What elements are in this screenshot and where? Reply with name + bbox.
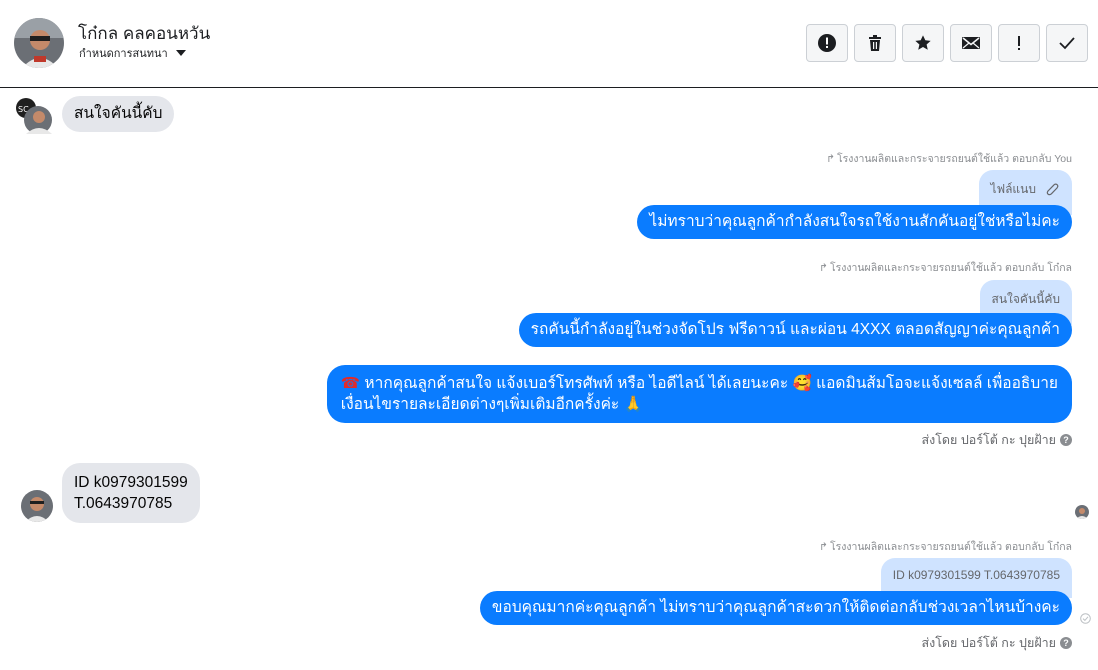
caret-down-icon — [175, 50, 186, 56]
sent-by-text: ส่งโดย ปอร์โต้ กะ ปุยฝ้าย — [921, 636, 1056, 650]
delete-button[interactable] — [854, 24, 896, 62]
folded-hands-emoji-icon: 🙏 — [623, 396, 643, 413]
incoming-message[interactable]: สนใจคันนี้คับ — [62, 96, 175, 132]
message-line: เงื่อนไขรายละเอียดต่างๆเพิ่มเติมอีกครั้ง… — [341, 394, 1058, 415]
message-text: ID k0979301599 — [74, 474, 188, 491]
reply-meta-text: โรงงานผลิตและกระจายรถยนต์ใช้แล้ว ตอบกลับ… — [829, 262, 1072, 274]
contact-avatar-small[interactable] — [21, 490, 53, 522]
alert-circle-icon — [818, 34, 836, 52]
reply-indicator: ↱ โรงงานผลิตและกระจายรถยนต์ใช้แล้ว ตอบกล… — [819, 259, 1072, 276]
sent-by-label: ส่งโดย ปอร์โต้ กะ ปุยฝ้าย ? — [921, 633, 1072, 653]
outgoing-message[interactable]: ☎ หากคุณลูกค้าสนใจ แจ้งเบอร์โทรศัพท์ หรื… — [326, 365, 1072, 423]
message-text: ไม่ทราบว่าคุณลูกค้ากำลังสนใจรถใช้งานสักค… — [649, 213, 1060, 230]
reply-arrow-icon: ↱ — [826, 152, 835, 165]
report-spam-button[interactable] — [806, 24, 848, 62]
quote-text: สนใจคันนี้คับ — [991, 292, 1061, 306]
reply-indicator: ↱ โรงงานผลิตและกระจายรถยนต์ใช้แล้ว ตอบกล… — [819, 538, 1072, 555]
message-text: สนใจคันนี้คับ — [74, 105, 163, 122]
important-button[interactable] — [998, 24, 1040, 62]
message-text: รถคันนี้กำลังอยู่ในช่วงจัดโปร ฟรีดาวน์ แ… — [530, 321, 1060, 338]
label-selector-text: กำหนดการสนทนา — [79, 48, 168, 60]
smiling-hearts-emoji-icon: 🥰 — [792, 375, 812, 392]
help-icon[interactable]: ? — [1060, 637, 1072, 649]
exclamation-icon — [1018, 36, 1020, 50]
message-text: T.0643970785 — [74, 495, 173, 512]
outgoing-message[interactable]: ไม่ทราบว่าคุณลูกค้ากำลังสนใจรถใช้งานสักค… — [637, 205, 1072, 239]
sent-by-text: ส่งโดย ปอร์โต้ กะ ปุยฝ้าย — [921, 433, 1056, 447]
mark-done-button[interactable] — [1046, 24, 1088, 62]
reply-indicator: ↱ โรงงานผลิตและกระจายรถยนต์ใช้แล้ว ตอบกล… — [826, 150, 1072, 167]
quote-text: ไฟล์แนบ — [990, 182, 1036, 196]
seen-avatar — [1075, 505, 1089, 519]
delivered-check-icon — [1080, 611, 1091, 629]
incoming-message[interactable]: ID k0979301599 T.0643970785 — [62, 463, 200, 523]
contact-avatar[interactable] — [14, 18, 64, 68]
contact-name[interactable]: โก๋กล คลคอนหวัน — [78, 20, 210, 47]
telephone-emoji-icon: ☎ — [340, 375, 361, 392]
reply-meta-text: โรงงานผลิตและกระจายรถยนต์ใช้แล้ว ตอบกลับ… — [829, 541, 1072, 553]
reply-meta-text: โรงงานผลิตและกระจายรถยนต์ใช้แล้ว ตอบกลับ… — [837, 153, 1072, 165]
message-text: หากคุณลูกค้าสนใจ แจ้งเบอร์โทรศัพท์ หรือ … — [364, 375, 793, 392]
check-icon — [1059, 37, 1075, 50]
message-text: แอดมินส้มโอจะแจ้งเซลล์ เพื่ออธิบาย — [816, 375, 1058, 392]
quote-text: ID k0979301599 T.0643970785 — [892, 568, 1060, 582]
reply-arrow-icon: ↱ — [819, 540, 828, 553]
reply-arrow-icon: ↱ — [819, 261, 828, 274]
outgoing-message[interactable]: รถคันนี้กำลังอยู่ในช่วงจัดโปร ฟรีดาวน์ แ… — [518, 313, 1072, 347]
conversation-toolbar — [806, 24, 1088, 62]
mark-unread-button[interactable] — [950, 24, 992, 62]
envelope-icon — [962, 37, 980, 49]
conversation-header: โก๋กล คลคอนหวัน กำหนดการสนทนา — [0, 0, 1098, 88]
message-text: ขอบคุณมากค่ะคุณลูกค้า ไม่ทราบว่าคุณลูกค้… — [491, 599, 1060, 616]
outgoing-message[interactable]: ขอบคุณมากค่ะคุณลูกค้า ไม่ทราบว่าคุณลูกค้… — [479, 591, 1072, 625]
contact-avatar-small[interactable]: SC — [12, 98, 52, 136]
message-text: เงื่อนไขรายละเอียดต่างๆเพิ่มเติมอีกครั้ง… — [340, 396, 620, 413]
star-button[interactable] — [902, 24, 944, 62]
paperclip-icon — [1046, 182, 1059, 195]
star-icon — [915, 35, 931, 50]
message-line: ☎ หากคุณลูกค้าสนใจ แจ้งเบอร์โทรศัพท์ หรื… — [341, 373, 1058, 394]
help-icon[interactable]: ? — [1060, 434, 1072, 446]
conversation-label-dropdown[interactable]: กำหนดการสนทนา — [79, 44, 186, 62]
trash-icon — [869, 35, 881, 51]
sent-by-label: ส่งโดย ปอร์โต้ กะ ปุยฝ้าย ? — [921, 430, 1072, 450]
